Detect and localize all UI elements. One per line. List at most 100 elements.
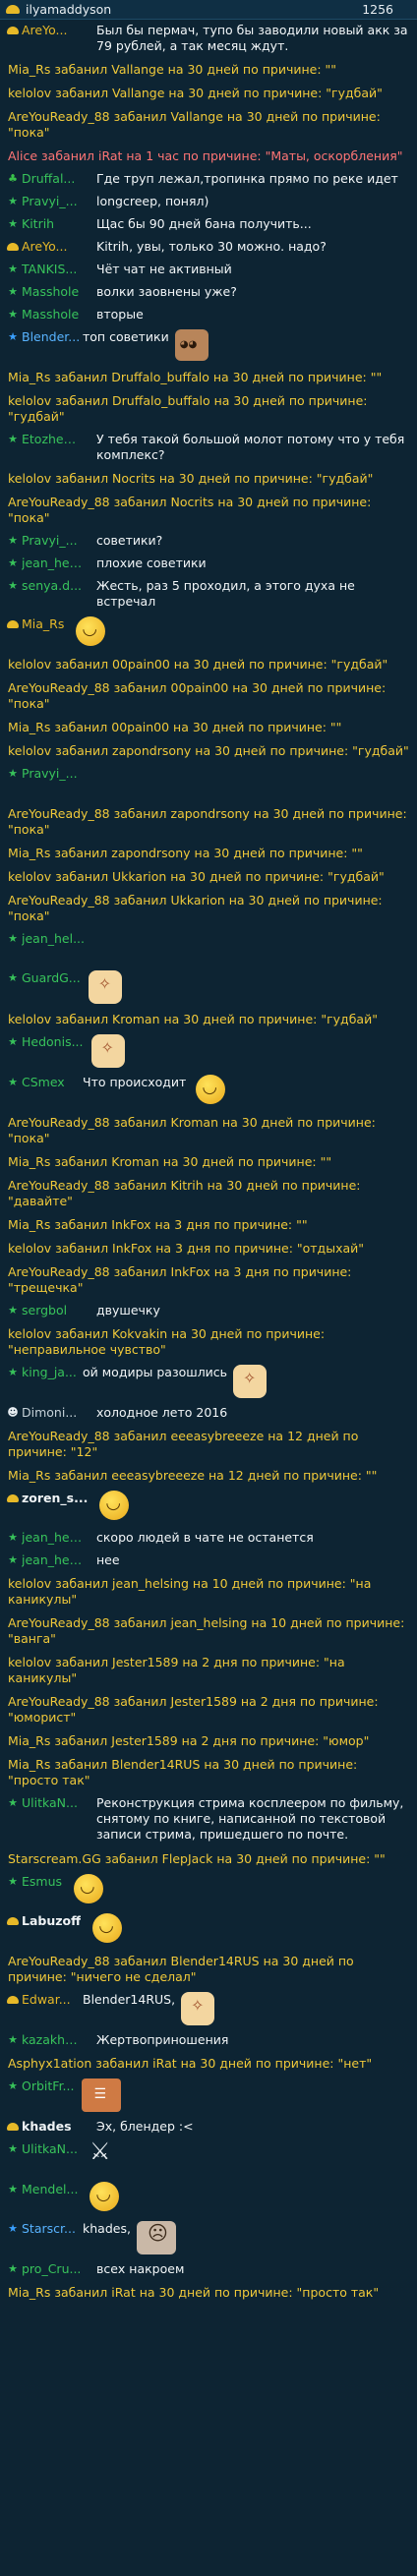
username-link[interactable]: senya.d... xyxy=(22,578,83,594)
username-link[interactable]: GuardG... xyxy=(22,970,81,986)
username-link[interactable]: Esmus xyxy=(22,1874,62,1890)
system-message-text: Asphyx1ation забанил iRat на 30 дней по … xyxy=(8,2056,373,2071)
username-link[interactable]: Labuzoff xyxy=(22,1913,81,1929)
chat-message: jean_hel... скоро людей в чате не останет… xyxy=(0,1527,417,1550)
username-link[interactable]: UlitkaN... xyxy=(22,2141,78,2157)
username-link[interactable]: jean_hel... xyxy=(22,1552,83,1568)
message-text: плохие советики xyxy=(96,556,207,570)
system-message-text: Mia_Rs забанил Kroman на 30 дней по прич… xyxy=(8,1154,332,1169)
chat-message: Hedonis... xyxy=(0,1031,417,1072)
chat-message: Dimoni... холодное лето 2016 xyxy=(0,1402,417,1425)
username-link[interactable]: Druffal... xyxy=(22,171,83,187)
system-message-text: kelolov забанил Vallange на 30 дней по п… xyxy=(8,86,383,100)
username-link[interactable]: jean_hel... xyxy=(22,931,85,947)
username-link[interactable]: Pravyi_... xyxy=(22,533,83,549)
username-label: ilyamaddyson xyxy=(26,1,112,17)
username-link[interactable]: Hedonis... xyxy=(22,1034,84,1050)
username-link[interactable]: jean_hel... xyxy=(22,556,83,571)
star-badge-icon xyxy=(6,2182,20,2197)
star-badge-icon xyxy=(6,1530,20,1546)
sticker-emote xyxy=(90,1034,125,1068)
message-text: Где труп лежал,тропинка прямо по реке ид… xyxy=(96,171,398,186)
username-link[interactable]: Mendel... xyxy=(22,2182,78,2197)
cat-emote xyxy=(174,329,208,361)
username-link[interactable]: Pravyi_... xyxy=(22,194,83,209)
chat-message: TANKIS... Чёт чат не активный xyxy=(0,259,417,281)
username-link[interactable]: UlitkaN... xyxy=(22,1795,83,1811)
username-link[interactable]: zoren_s... xyxy=(22,1491,88,1506)
chat-message: pro_Cru... всех накроем xyxy=(0,2258,417,2281)
chat-message: CSmexЧто происходит xyxy=(0,1072,417,1111)
username-link[interactable]: Masshole xyxy=(22,307,83,322)
username-link[interactable]: CSmex xyxy=(22,1075,83,1090)
username-link[interactable]: Mia_Rs xyxy=(22,616,64,632)
message-text: Blender14RUS, xyxy=(83,1992,176,2007)
crown-hat-icon xyxy=(6,5,20,14)
system-message: kelolov забанил Nocrits на 30 дней по пр… xyxy=(0,467,417,491)
star-badge-icon xyxy=(6,556,20,571)
message-text: Что происходит xyxy=(83,1075,187,1089)
username-link[interactable]: Kitrih xyxy=(22,216,83,232)
username-link[interactable]: sergbol xyxy=(22,1303,83,1318)
message-text: Жертвоприношения xyxy=(96,2032,229,2047)
smile-emote xyxy=(74,1874,104,1903)
star-badge-icon xyxy=(6,2141,20,2157)
smile-emote xyxy=(99,1491,130,1520)
system-message-text: kelolov забанил Ukkarion на 30 дней по п… xyxy=(8,869,385,884)
system-message: AreYouReady_88 забанил 00pain00 на 30 дн… xyxy=(0,676,417,716)
star-badge-icon xyxy=(6,1303,20,1318)
username-link[interactable]: Etozhep... xyxy=(22,432,83,447)
chat-message: Esmus xyxy=(0,1871,417,1910)
star-badge-icon xyxy=(6,432,20,447)
username-link[interactable]: Edwar... xyxy=(22,1992,83,2008)
chat-message: AreYo... Kitrih, увы, только 30 можно. на… xyxy=(0,236,417,259)
hat-badge-icon xyxy=(6,2119,20,2135)
message-text: топ советики xyxy=(83,329,169,344)
chat-message: Druffal... Где труп лежал,тропинка прямо … xyxy=(0,168,417,191)
system-message-text: kelolov забанил InkFox на 3 дня по причи… xyxy=(8,1241,364,1256)
system-message-text: Mia_Rs забанил iRat на 30 дней по причин… xyxy=(8,2285,380,2300)
system-message: AreYouReady_88 забанил Kroman на 30 дней… xyxy=(0,1111,417,1150)
chat-message: kazakh_... Жертвоприношения xyxy=(0,2029,417,2052)
username-link[interactable]: Blender... xyxy=(22,329,83,345)
username-link[interactable]: Starscr... xyxy=(22,2221,83,2237)
chat-message: Pravyi_... советики? xyxy=(0,530,417,553)
username-link[interactable]: TANKIS... xyxy=(22,262,83,277)
sticker-emote xyxy=(233,1365,268,1398)
system-message: kelolov забанил jean_helsing на 10 дней … xyxy=(0,1572,417,1611)
system-message-text: kelolov забанил Jester1589 на 2 дня по п… xyxy=(8,1655,345,1685)
system-message-text: AreYouReady_88 забанил InkFox на 3 дня п… xyxy=(8,1264,352,1295)
username-link[interactable]: Masshole xyxy=(22,284,83,300)
system-message-text: AreYouReady_88 забанил Vallange на 30 дн… xyxy=(8,109,381,140)
system-message: AreYouReady_88 забанил InkFox на 3 дня п… xyxy=(0,1260,417,1300)
system-message: kelolov забанил Druffalo_buffalo на 30 д… xyxy=(0,389,417,429)
chat-feed[interactable]: AreYo... Был бы пермач, тупо бы заводили … xyxy=(0,20,417,2305)
chat-message: Etozhep... У тебя такой большой молот пот… xyxy=(0,429,417,467)
username-link[interactable]: king_ja... xyxy=(22,1365,83,1380)
star-badge-icon xyxy=(6,1795,20,1811)
username-link[interactable]: Dimoni... xyxy=(22,1405,83,1421)
system-message: AreYouReady_88 забанил jean_helsing на 1… xyxy=(0,1611,417,1651)
system-message-text: Mia_Rs забанил Blender14RUS на 30 дней п… xyxy=(8,1757,358,1787)
system-message-text: AreYouReady_88 забанил Kitrih на 30 дней… xyxy=(8,1178,361,1208)
username-link[interactable]: khades xyxy=(22,2119,83,2135)
username-link[interactable]: Pravyi_... xyxy=(22,766,78,782)
username-link[interactable]: jean_hel... xyxy=(22,1530,83,1546)
message-text: холодное лето 2016 xyxy=(96,1405,228,1420)
chat-message: king_ja...ой модиры разошлись xyxy=(0,1362,417,1402)
username-link[interactable]: AreYo... xyxy=(22,239,83,255)
message-text: вторые xyxy=(96,307,144,322)
system-message: kelolov забанил Ukkarion на 30 дней по п… xyxy=(0,865,417,889)
star-badge-icon xyxy=(6,766,20,782)
chat-header: ilyamaddyson 1256 xyxy=(0,0,417,20)
system-message: Mia_Rs забанил zapondrsony на 30 дней по… xyxy=(0,842,417,865)
smile-emote xyxy=(76,616,106,646)
username-link[interactable]: kazakh_... xyxy=(22,2032,83,2048)
username-link[interactable]: pro_Cru... xyxy=(22,2261,83,2277)
chat-message: Mia_Rs xyxy=(0,614,417,653)
username-link[interactable]: AreYo... xyxy=(22,23,83,38)
username-link[interactable]: OrbitFr... xyxy=(22,2078,74,2094)
message-text: Эх, блендер :< xyxy=(96,2119,194,2134)
system-message-text: kelolov забанил Kroman на 30 дней по при… xyxy=(8,1012,378,1026)
chat-message: Masshole волки заовнены уже? xyxy=(0,281,417,304)
